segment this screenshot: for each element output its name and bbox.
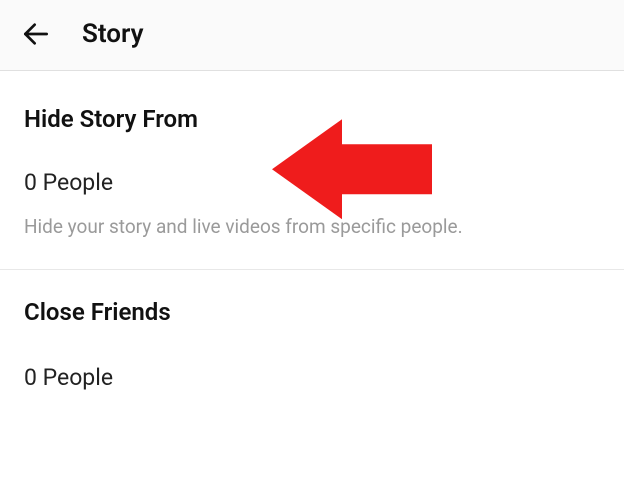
header-bar: Story	[0, 0, 624, 71]
hide-story-row[interactable]: 0 People	[24, 141, 600, 214]
hide-story-description: Hide your story and live videos from spe…	[24, 214, 600, 269]
content-area: Hide Story From 0 People Hide your story…	[0, 71, 624, 401]
close-friends-title: Close Friends	[24, 270, 600, 334]
close-friends-row[interactable]: 0 People	[24, 334, 600, 401]
close-friends-section: Close Friends 0 People	[0, 270, 624, 401]
back-arrow-icon[interactable]	[20, 18, 52, 50]
hide-story-section: Hide Story From 0 People Hide your story…	[0, 71, 624, 270]
hide-story-value: 0 People	[24, 169, 113, 196]
hide-story-title: Hide Story From	[24, 71, 600, 141]
close-friends-value: 0 People	[24, 364, 113, 391]
page-title: Story	[82, 19, 144, 49]
